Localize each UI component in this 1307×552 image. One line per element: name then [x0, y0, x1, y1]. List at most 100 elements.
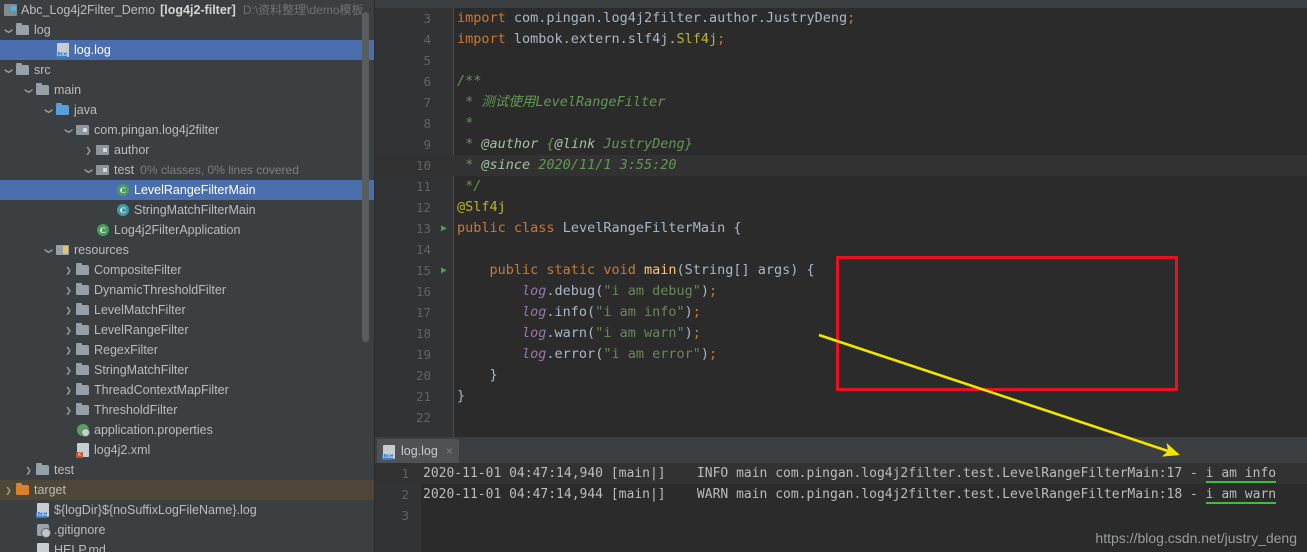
code-line[interactable]: 11 */ [375, 176, 1307, 197]
tree-item-log[interactable]: log [0, 20, 375, 40]
code-line[interactable]: 15 ▶ public static void main(String[] arg… [375, 260, 1307, 281]
folder-icon [75, 280, 92, 300]
tree-item-levelmatchfilter[interactable]: LevelMatchFilter [0, 300, 375, 320]
code-line[interactable]: 20 } [375, 365, 1307, 386]
code-line[interactable]: 17 log.info("i am info"); [375, 302, 1307, 323]
tree-item-main[interactable]: main [0, 80, 375, 100]
code-line[interactable]: 14 [375, 239, 1307, 260]
code-line[interactable]: 4 import lombok.extern.slf4j.Slf4j; [375, 29, 1307, 50]
chevron-down-icon[interactable] [42, 100, 55, 121]
tree-item-java[interactable]: java [0, 100, 375, 120]
code-line[interactable]: 6 /** [375, 71, 1307, 92]
project-tree[interactable]: log log.log srcmain java com.pingan.log4j2fi… [0, 20, 375, 552]
tree-item-threadcontextmapfilter[interactable]: ThreadContextMapFilter [0, 380, 375, 400]
code-line[interactable]: 18 log.warn("i am warn"); [375, 323, 1307, 344]
tree-item-dynamicthresholdfilter[interactable]: DynamicThresholdFilter [0, 280, 375, 300]
chevron-right-icon[interactable] [62, 360, 75, 381]
tree-item-stringmatchfilter[interactable]: StringMatchFilter [0, 360, 375, 380]
console-tabbar[interactable]: log.log × [375, 437, 1307, 463]
chevron-down-icon[interactable] [62, 120, 75, 141]
tree-item-log4j2filterapplication[interactable]: C Log4j2FilterApplication [0, 220, 375, 240]
tree-item-target[interactable]: target [0, 480, 375, 500]
tree-item-label: StringMatchFilter [94, 363, 189, 377]
close-icon[interactable]: × [438, 444, 453, 458]
console-highlighted-message: i am warn [1205, 487, 1277, 504]
code-line[interactable]: 13 ▶ public class LevelRangeFilterMain { [375, 218, 1307, 239]
console-lines-container[interactable]: 1 2020-11-01 04:47:14,940 [main|] INFO ma… [375, 463, 1307, 526]
chevron-right-icon[interactable] [62, 300, 75, 321]
console-tab-log-log[interactable]: log.log × [377, 439, 459, 463]
console-line[interactable]: 1 2020-11-01 04:47:14,940 [main|] INFO ma… [375, 463, 1307, 484]
tree-item-label: log.log [74, 43, 111, 57]
chevron-right-icon[interactable] [62, 380, 75, 401]
tree-item-label: log [34, 23, 51, 37]
code-line[interactable]: 5 [375, 50, 1307, 71]
tree-item--gitignore[interactable]: .gitignore [0, 520, 375, 540]
git-file-icon [35, 520, 52, 540]
run-gutter-icon[interactable]: ▶ [437, 218, 451, 239]
tree-item-help-md[interactable]: HELP.md [0, 540, 375, 552]
tree-item-levelrangefiltermain[interactable]: C LevelRangeFilterMain [0, 180, 375, 200]
tree-item-levelrangefilter[interactable]: LevelRangeFilter [0, 320, 375, 340]
tree-item-src[interactable]: src [0, 60, 375, 80]
code-lines-container[interactable]: 3 import com.pingan.log4j2filter.author.J… [375, 8, 1307, 428]
chevron-right-icon[interactable] [82, 140, 95, 161]
tree-item-test[interactable]: test [0, 460, 375, 480]
tree-item-compositefilter[interactable]: CompositeFilter [0, 260, 375, 280]
code-line[interactable]: 8 * [375, 113, 1307, 134]
code-line[interactable]: 9 * @author {@link JustryDeng} [375, 134, 1307, 155]
code-text: log.error("i am error"); [522, 346, 718, 362]
code-line[interactable]: 16 log.debug("i am debug"); [375, 281, 1307, 302]
code-text: /** [457, 73, 482, 89]
code-line[interactable]: 22 [375, 407, 1307, 428]
code-line[interactable]: 19 log.error("i am error"); [375, 344, 1307, 365]
tree-item-author[interactable]: author [0, 140, 375, 160]
chevron-right-icon[interactable] [62, 320, 75, 341]
chevron-right-icon[interactable] [22, 460, 35, 481]
folder-icon [75, 360, 92, 380]
run-gutter-icon[interactable]: ▶ [437, 260, 451, 281]
chevron-down-icon[interactable] [22, 80, 35, 101]
project-root-row[interactable]: Abc_Log4j2Filter_Demo [log4j2-filter] D:… [0, 0, 375, 20]
tree-item-log-log[interactable]: log.log [0, 40, 375, 60]
source-folder-icon [55, 100, 72, 120]
chevron-right-icon[interactable] [2, 480, 15, 501]
code-text: log.warn("i am warn"); [522, 325, 701, 341]
tree-item-com-pingan-log4j2filter[interactable]: com.pingan.log4j2filter [0, 120, 375, 140]
tree-item-log4j2-xml[interactable]: log4j2.xml [0, 440, 375, 460]
folder-icon [75, 340, 92, 360]
line-number: 15 [415, 263, 431, 278]
tree-item-regexfilter[interactable]: RegexFilter [0, 340, 375, 360]
code-line[interactable]: 21} [375, 386, 1307, 407]
sidebar-scrollbar-thumb[interactable] [362, 12, 369, 342]
editor-area: 3 import com.pingan.log4j2filter.author.J… [375, 0, 1307, 552]
sidebar-scrollbar-track[interactable] [362, 0, 372, 552]
tree-item--logdir-nosuffixlogfilename-log[interactable]: ${logDir}${noSuffixLogFileName}.log [0, 500, 375, 520]
chevron-down-icon[interactable] [82, 160, 95, 181]
tree-item-stringmatchfiltermain[interactable]: C StringMatchFilterMain [0, 200, 375, 220]
tree-item-test[interactable]: test 0% classes, 0% lines covered [0, 160, 375, 180]
chevron-right-icon[interactable] [62, 260, 75, 281]
project-root-path: D:\资料整理\demo模板 [242, 3, 364, 17]
console-line[interactable]: 2 2020-11-01 04:47:14,944 [main|] WARN ma… [375, 484, 1307, 505]
code-text: import com.pingan.log4j2filter.author.Ju… [457, 10, 856, 26]
tree-item-thresholdfilter[interactable]: ThresholdFilter [0, 400, 375, 420]
console-line[interactable]: 3 [375, 505, 1307, 526]
chevron-down-icon[interactable] [42, 240, 55, 261]
chevron-right-icon[interactable] [62, 340, 75, 361]
code-line[interactable]: 10 * @since 2020/11/1 3:55:20 [375, 155, 1307, 176]
code-line[interactable]: 3 import com.pingan.log4j2filter.author.J… [375, 8, 1307, 29]
code-editor[interactable]: 3 import com.pingan.log4j2filter.author.J… [375, 0, 1307, 437]
code-line[interactable]: 12 @Slf4j [375, 197, 1307, 218]
chevron-down-icon[interactable] [2, 60, 15, 81]
code-line[interactable]: 7 * 测试使用LevelRangeFilter [375, 92, 1307, 113]
console-line-number: 3 [401, 508, 409, 523]
tree-item-application-properties[interactable]: application.properties [0, 420, 375, 440]
code-text: public static void main(String[] args) { [489, 262, 815, 278]
chevron-right-icon[interactable] [62, 280, 75, 301]
tree-item-resources[interactable]: resources [0, 240, 375, 260]
chevron-right-icon[interactable] [62, 400, 75, 421]
tree-item-label: Log4j2FilterApplication [114, 223, 241, 237]
chevron-down-icon[interactable] [2, 20, 15, 41]
project-tool-window[interactable]: Abc_Log4j2Filter_Demo [log4j2-filter] D:… [0, 0, 375, 552]
